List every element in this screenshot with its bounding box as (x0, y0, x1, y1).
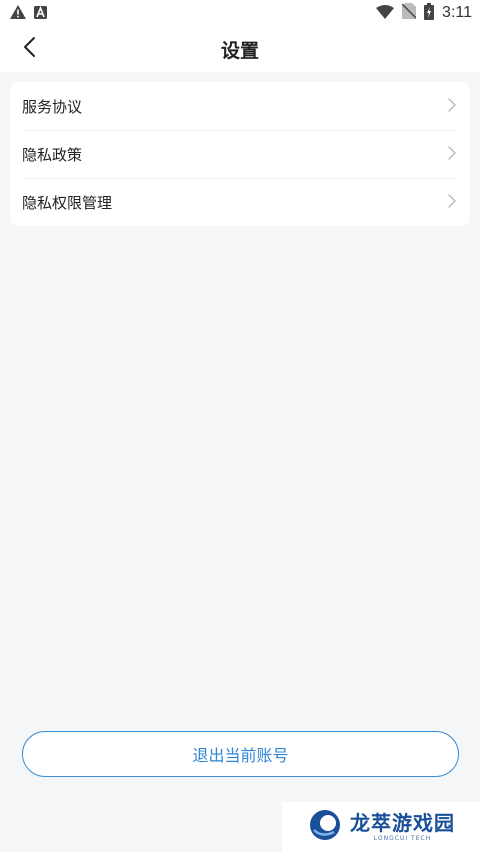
nav-bar: 设置 (0, 26, 480, 72)
no-sim-icon (401, 3, 417, 23)
status-bar: 3:11 (0, 0, 480, 26)
status-time: 3:11 (442, 4, 472, 21)
menu-item-label: 隐私权限管理 (22, 193, 113, 212)
watermark-text: 龙萃游戏园 LONGCUI TECH (350, 813, 455, 842)
status-right-icons: 3:11 (376, 2, 472, 24)
battery-charging-icon (424, 2, 435, 24)
wifi-icon (376, 4, 395, 23)
watermark-name-cn: 龙萃游戏园 (350, 810, 455, 835)
page-title: 设置 (220, 39, 259, 62)
menu-item-label: 服务协议 (22, 97, 83, 116)
chevron-right-icon (448, 97, 456, 116)
logout-button[interactable]: 退出当前账号 (22, 731, 459, 777)
back-button[interactable] (14, 34, 44, 64)
watermark: 龙萃游戏园 LONGCUI TECH (282, 802, 480, 852)
logout-label: 退出当前账号 (192, 746, 289, 765)
menu-item-service-agreement[interactable]: 服务协议 (10, 82, 470, 130)
watermark-logo-icon (308, 808, 342, 846)
status-left-icons (10, 4, 47, 23)
chevron-right-icon (448, 193, 456, 212)
menu-item-label: 隐私政策 (22, 145, 83, 164)
warning-icon (10, 4, 26, 23)
chevron-right-icon (448, 145, 456, 164)
menu-item-privacy-permissions[interactable]: 隐私权限管理 (10, 178, 470, 226)
chevron-left-icon (22, 36, 36, 62)
menu-item-privacy-policy[interactable]: 隐私政策 (10, 130, 470, 178)
settings-menu-card: 服务协议 隐私政策 隐私权限管理 (10, 82, 470, 226)
font-a-icon (34, 4, 47, 23)
watermark-name-en: LONGCUI TECH (373, 834, 432, 842)
